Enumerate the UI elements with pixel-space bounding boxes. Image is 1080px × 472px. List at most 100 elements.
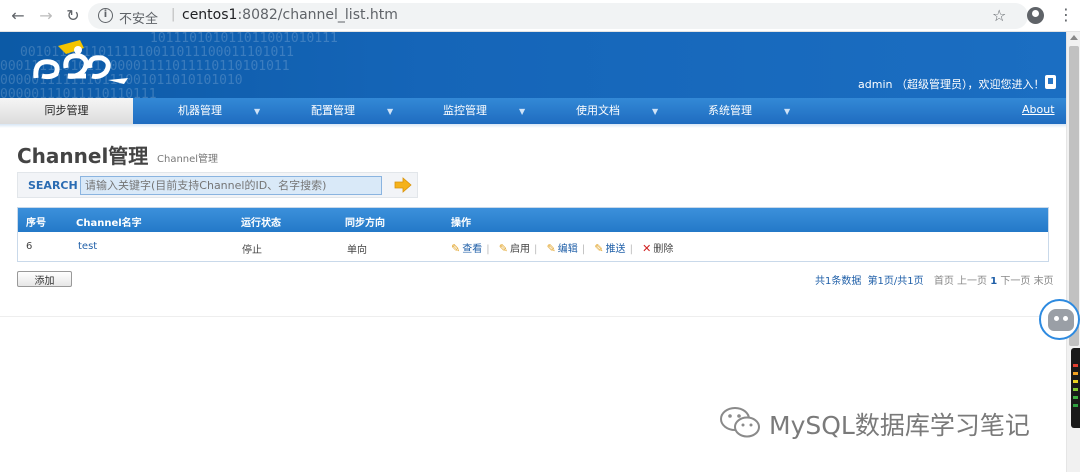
- nav-item-label: 系统管理: [708, 104, 752, 117]
- column-header: 同步方向: [345, 218, 385, 229]
- search-bar: SEARCH: [17, 172, 418, 198]
- edit-label: 编辑: [557, 244, 578, 255]
- nav-item-monitor[interactable]: 监控管理 ▼: [443, 98, 525, 124]
- address-separator: |: [171, 7, 176, 22]
- watermark-text: MySQL数据库学习笔记: [769, 411, 1030, 440]
- assistant-robot-icon[interactable]: [1039, 299, 1080, 340]
- cell-status: 停止: [242, 245, 262, 256]
- main-nav: 同步管理 机器管理 ▼ 配置管理 ▼ 监控管理 ▼ 使用文档 ▼ 系统管理 ▼ About: [0, 98, 1066, 124]
- nav-item-label: 同步管理: [44, 104, 89, 117]
- nav-item-system[interactable]: 系统管理 ▼: [708, 98, 790, 124]
- view-link[interactable]: ✎ 查看: [451, 240, 482, 255]
- column-header: 序号: [26, 218, 46, 229]
- meter-level: [1073, 388, 1078, 391]
- meter-level: [1073, 364, 1078, 367]
- table-row: 6 test 停止 单向 ✎ 查看 | ✎ 启用 | ✎ 编辑 | ✎ 推送 | ✕ 删除: [18, 233, 1048, 261]
- pager-first[interactable]: 首页: [934, 276, 954, 287]
- logout-icon[interactable]: [1045, 75, 1056, 89]
- robot-eye: [1054, 316, 1059, 321]
- meter-level: [1073, 380, 1078, 383]
- cell-id: 6: [26, 241, 33, 252]
- add-channel-button[interactable]: 添加: [17, 271, 72, 287]
- header-banner: 101110101011011001010111 001011011101111…: [0, 32, 1066, 98]
- view-label: 查看: [462, 244, 483, 255]
- nav-item-label: 配置管理: [311, 104, 355, 117]
- insecure-label: 不安全: [119, 12, 159, 27]
- enable-label: 启用: [510, 244, 530, 255]
- channel-table: 序号 Channel名字 运行状态 同步方向 操作 6 test 停止 单向 ✎…: [17, 207, 1049, 262]
- chevron-down-icon: ▼: [652, 107, 659, 116]
- page-title: Channel管理: [17, 144, 149, 168]
- column-header: 操作: [451, 218, 471, 229]
- pencil-icon: ✎: [546, 242, 556, 255]
- pager-next[interactable]: 下一页: [1000, 276, 1030, 287]
- pager-current[interactable]: 1: [990, 276, 997, 287]
- bookmark-star-icon[interactable]: ☆: [992, 6, 1006, 25]
- nav-item-label: 监控管理: [443, 104, 487, 117]
- nav-item-sync[interactable]: 同步管理: [0, 98, 133, 124]
- forward-arrow-icon[interactable]: →: [36, 6, 56, 26]
- delete-label: 删除: [653, 244, 674, 255]
- pencil-icon: ✎: [451, 242, 461, 255]
- nav-item-machine[interactable]: 机器管理 ▼: [178, 98, 260, 124]
- pager-total: 共1条数据: [815, 276, 862, 287]
- url-path: :8082/channel_list.htm: [237, 7, 398, 23]
- edit-link[interactable]: ✎ 编辑: [547, 240, 578, 255]
- column-header: 运行状态: [241, 218, 281, 229]
- search-input[interactable]: [80, 176, 382, 195]
- content-divider: [0, 316, 1066, 317]
- nav-underline: [0, 124, 1066, 128]
- url-host: centos1: [182, 7, 238, 23]
- pencil-icon: ✎: [594, 242, 604, 255]
- browser-toolbar: ← → ↻ i 不安全 | centos1:8082/channel_list.…: [0, 0, 1080, 32]
- robot-face: [1048, 309, 1074, 331]
- breadcrumb: Channel管理: [157, 154, 219, 165]
- pagination: 共1条数据 第1页/共1页 首页 上一页 1 下一页 末页: [815, 272, 1054, 287]
- wechat-icon: [720, 407, 760, 438]
- account-icon[interactable]: [1027, 7, 1044, 24]
- push-label: 推送: [605, 244, 626, 255]
- op-divider: |: [486, 244, 490, 255]
- otter-logo-icon: [33, 40, 128, 84]
- pager-prev[interactable]: 上一页: [957, 276, 987, 287]
- delete-x-icon: ✕: [642, 242, 652, 255]
- meter-level: [1073, 404, 1078, 407]
- table-header: 序号 Channel名字 运行状态 同步方向 操作: [18, 208, 1048, 232]
- meter-level: [1073, 372, 1078, 375]
- chevron-down-icon: ▼: [784, 107, 791, 116]
- cell-direction: 单向: [347, 245, 367, 256]
- address-bar[interactable]: i 不安全 | centos1:8082/channel_list.htm: [88, 3, 1028, 29]
- side-level-meter: [1071, 348, 1080, 428]
- chevron-down-icon: ▼: [519, 107, 526, 116]
- browser-menu-icon[interactable]: ⋮: [1058, 5, 1074, 25]
- about-link[interactable]: About: [1022, 98, 1055, 122]
- meter-level: [1073, 396, 1078, 399]
- pager-page-info: 第1页/共1页: [867, 276, 924, 287]
- nav-item-label: 使用文档: [576, 104, 620, 117]
- search-label: SEARCH: [28, 179, 78, 192]
- chevron-down-icon: ▼: [254, 107, 261, 116]
- reload-icon[interactable]: ↻: [63, 6, 83, 26]
- column-header: Channel名字: [76, 218, 142, 229]
- pencil-icon: ✎: [498, 242, 508, 255]
- pager-last[interactable]: 末页: [1034, 276, 1054, 287]
- scroll-up-arrow-icon[interactable]: [1070, 35, 1078, 40]
- url-text: centos1:8082/channel_list.htm: [182, 7, 398, 23]
- channel-name-link[interactable]: test: [78, 241, 97, 252]
- row-actions: ✎ 查看 | ✎ 启用 | ✎ 编辑 | ✎ 推送 | ✕ 删除: [451, 240, 677, 255]
- chevron-down-icon: ▼: [387, 107, 394, 116]
- robot-eye: [1063, 316, 1068, 321]
- enable-link[interactable]: ✎ 启用: [499, 240, 530, 255]
- op-divider: |: [581, 244, 586, 255]
- search-go-arrow-icon[interactable]: [394, 177, 412, 193]
- delete-link[interactable]: ✕ 删除: [642, 240, 673, 255]
- op-divider: |: [534, 244, 538, 255]
- op-divider: |: [629, 244, 633, 255]
- nav-item-docs[interactable]: 使用文档 ▼: [576, 98, 658, 124]
- welcome-text: admin （超级管理员），欢迎您进入！: [858, 78, 1045, 91]
- info-icon[interactable]: i: [98, 8, 113, 23]
- scroll-thumb[interactable]: [1069, 46, 1079, 346]
- nav-item-config[interactable]: 配置管理 ▼: [311, 98, 393, 124]
- push-link[interactable]: ✎ 推送: [594, 240, 625, 255]
- back-arrow-icon[interactable]: ←: [8, 6, 28, 26]
